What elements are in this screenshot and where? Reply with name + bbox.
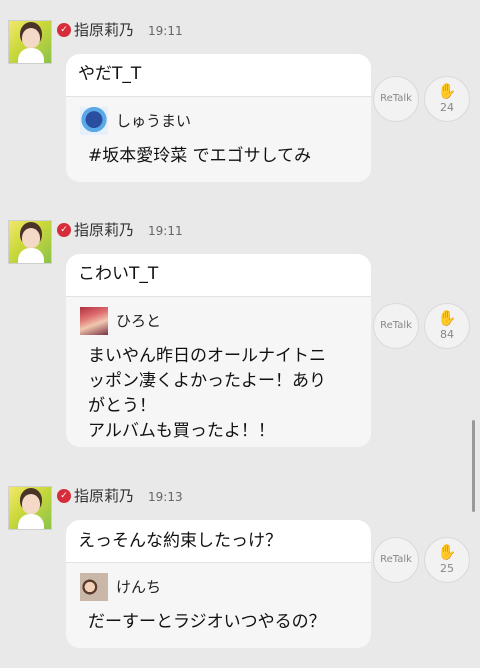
verified-badge-icon: ✓ (57, 23, 71, 37)
clap-hands-icon: ✋ (437, 82, 457, 100)
message-text: えっそんな約束したっけ？ (78, 531, 282, 551)
clap-hands-icon: ✋ (437, 309, 457, 327)
retalk-button[interactable]: ReTalk (373, 303, 419, 349)
author-name[interactable]: 指原莉乃 (74, 220, 134, 240)
clap-count: 25 (440, 562, 454, 575)
post-time: 19:11 (148, 224, 183, 238)
clap-count: 84 (440, 328, 454, 341)
quoted-user-avatar (80, 307, 108, 335)
quoted-user-name: けんち (116, 578, 162, 596)
clap-button[interactable]: ✋ 25 (424, 537, 470, 583)
message-text: こわいT_T (78, 264, 159, 284)
message-text: やだT_T (78, 64, 142, 84)
message-bubble: えっそんな約束したっけ？ けんち だーすーとラジオいつやるの？ (66, 520, 371, 648)
author-avatar[interactable] (8, 20, 52, 64)
quoted-message[interactable]: ひろと まいやん昨日のオールナイトニッポン凄くよかったよー！ありがとう！ アルバ… (66, 296, 371, 447)
retalk-button[interactable]: ReTalk (373, 537, 419, 583)
quoted-message[interactable]: しゅうまい #坂本愛玲菜 でエゴサしてみ (66, 96, 371, 182)
clap-button[interactable]: ✋ 84 (424, 303, 470, 349)
message-bubble: やだT_T しゅうまい #坂本愛玲菜 でエゴサしてみ (66, 54, 371, 182)
quoted-text: まいやん昨日のオールナイトニッポン凄くよかったよー！ありがとう！ アルバムも買っ… (88, 346, 326, 441)
author-avatar[interactable] (8, 220, 52, 264)
quoted-text: #坂本愛玲菜 でエゴサしてみ (88, 146, 312, 166)
quoted-user-name: しゅうまい (116, 112, 192, 130)
retalk-button[interactable]: ReTalk (373, 76, 419, 122)
quoted-message[interactable]: けんち だーすーとラジオいつやるの？ (66, 562, 371, 648)
quoted-user-avatar (80, 573, 108, 601)
verified-badge-icon: ✓ (57, 223, 71, 237)
message-bubble: こわいT_T ひろと まいやん昨日のオールナイトニッポン凄くよかったよー！ありが… (66, 254, 371, 447)
author-name[interactable]: 指原莉乃 (74, 20, 134, 40)
author-name[interactable]: 指原莉乃 (74, 486, 134, 506)
clap-count: 24 (440, 101, 454, 114)
quoted-user-avatar (80, 107, 108, 135)
verified-badge-icon: ✓ (57, 489, 71, 503)
post-time: 19:13 (148, 490, 183, 504)
quoted-text: だーすーとラジオいつやるの？ (88, 612, 326, 632)
clap-button[interactable]: ✋ 24 (424, 76, 470, 122)
post-time: 19:11 (148, 24, 183, 38)
quoted-user-name: ひろと (116, 312, 162, 330)
clap-hands-icon: ✋ (437, 543, 457, 561)
scrollbar[interactable] (472, 420, 475, 512)
author-avatar[interactable] (8, 486, 52, 530)
